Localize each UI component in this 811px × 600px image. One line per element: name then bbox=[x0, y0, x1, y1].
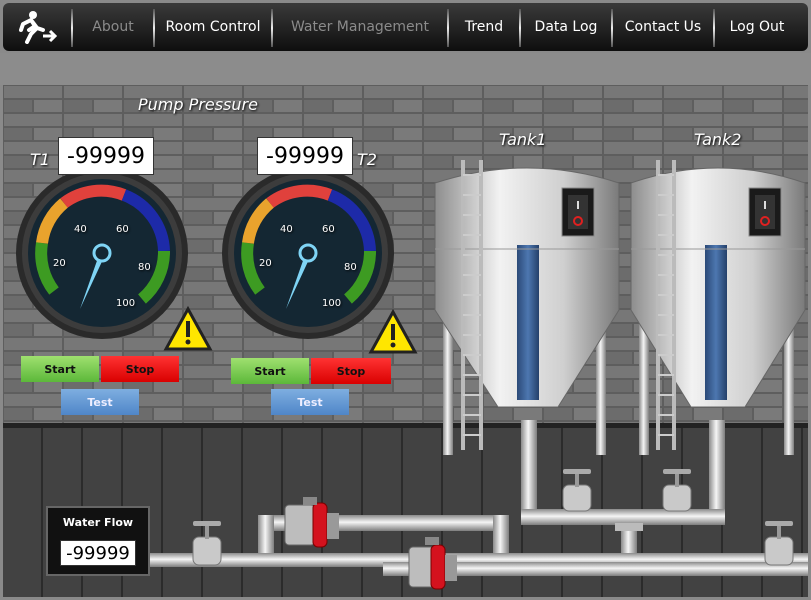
gauge-t2-tick-80: 80 bbox=[344, 262, 357, 273]
header-band bbox=[0, 53, 811, 85]
gauge-t1 bbox=[16, 167, 188, 339]
nav-log-out[interactable]: Log Out bbox=[715, 3, 799, 51]
nav-data-log[interactable]: Data Log bbox=[521, 3, 611, 51]
t2-stop-button[interactable]: Stop bbox=[311, 358, 391, 384]
navbar: About Room Control Water Management Tren… bbox=[3, 3, 808, 51]
gauge-t2-tick-100: 100 bbox=[322, 298, 342, 309]
water-flow-label: Water Flow bbox=[62, 516, 134, 529]
nav-trend[interactable]: Trend bbox=[449, 3, 519, 51]
exit-running-man-icon[interactable] bbox=[3, 3, 71, 51]
gauge-t1-tick-80: 80 bbox=[138, 262, 151, 273]
nav-water-management[interactable]: Water Management bbox=[273, 3, 447, 51]
gauge-t1-tick-40: 40 bbox=[74, 224, 87, 235]
nav-room-control[interactable]: Room Control bbox=[155, 3, 271, 51]
t1-test-button[interactable]: Test bbox=[61, 389, 139, 415]
t1-start-button[interactable]: Start bbox=[21, 356, 99, 382]
gauge-t2-tick-40: 40 bbox=[280, 224, 293, 235]
nav-about[interactable]: About bbox=[73, 3, 153, 51]
tank2-label: Tank2 bbox=[694, 130, 742, 149]
gauge-t1-tick-60: 60 bbox=[116, 224, 129, 235]
gauge-t2-tick-60: 60 bbox=[322, 224, 335, 235]
t2-label: T2 bbox=[357, 150, 377, 169]
water-flow-panel: Water Flow -99999 bbox=[46, 506, 150, 576]
gauge-t1-tick-20: 20 bbox=[53, 258, 66, 269]
gauge-t2 bbox=[222, 167, 394, 339]
water-flow-value-display: -99999 bbox=[60, 540, 136, 566]
t2-test-button[interactable]: Test bbox=[271, 389, 349, 415]
nav-contact-us[interactable]: Contact Us bbox=[613, 3, 713, 51]
gauge-t2-tick-20: 20 bbox=[259, 258, 272, 269]
t1-stop-button[interactable]: Stop bbox=[101, 356, 179, 382]
t2-value-display: -99999 bbox=[257, 137, 353, 175]
t1-label: T1 bbox=[30, 150, 50, 169]
gauge-t1-tick-100: 100 bbox=[116, 298, 136, 309]
t1-value-display: -99999 bbox=[58, 137, 154, 175]
tank1-label: Tank1 bbox=[499, 130, 547, 149]
t2-start-button[interactable]: Start bbox=[231, 358, 309, 384]
pump-pressure-title: Pump Pressure bbox=[138, 95, 258, 114]
